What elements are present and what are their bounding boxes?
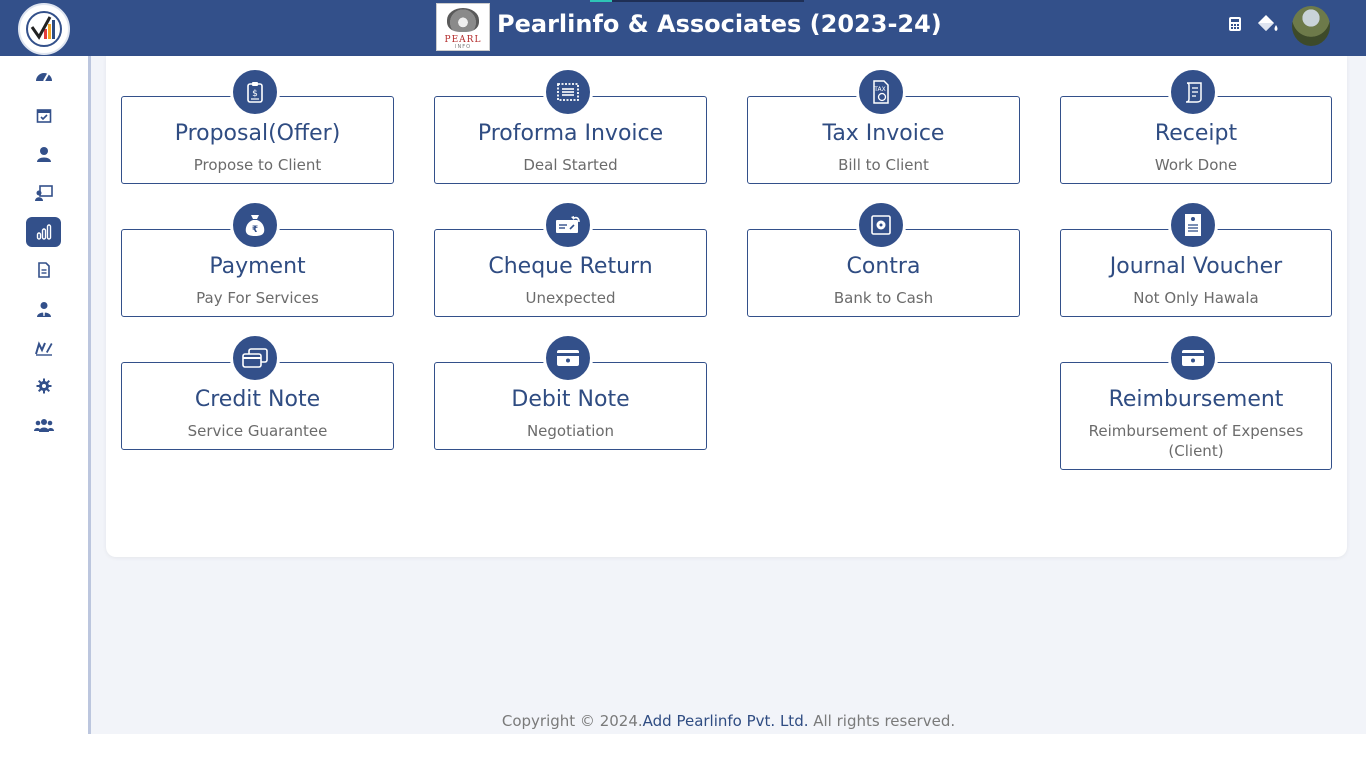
dashboard-gauge-icon <box>35 73 52 82</box>
safe-icon <box>856 200 906 250</box>
brand-logo: PEARL INFO <box>436 3 490 51</box>
bar-chart-icon <box>36 224 51 240</box>
card-subtitle: Work Done <box>1154 156 1238 174</box>
sidebar-item-calendar[interactable] <box>26 100 61 130</box>
calculator-icon[interactable] <box>1228 16 1242 36</box>
user-avatar[interactable] <box>1292 6 1330 46</box>
top-bar: PEARL INFO Pearlinfo & Associates (2023-… <box>0 0 1366 56</box>
card-title: Proposal(Offer) <box>174 121 341 146</box>
pearl-shell-icon <box>447 8 479 32</box>
signature-icon <box>34 341 52 356</box>
calendar-check-icon <box>36 109 51 123</box>
card-title: Reimbursement <box>1108 387 1284 412</box>
user-tie-icon <box>36 302 51 317</box>
sidebar-item-dashboard[interactable] <box>26 61 61 91</box>
debit-card-icon <box>543 333 593 383</box>
card-title: Credit Note <box>194 387 321 412</box>
card-title: Tax Invoice <box>822 121 945 146</box>
bottom-strip <box>0 734 1366 768</box>
receipt-icon <box>1168 67 1218 117</box>
sidebar <box>0 56 88 734</box>
card-subtitle: Bill to Client <box>838 156 929 174</box>
svg-text:$: $ <box>252 89 258 99</box>
sidebar-item-team[interactable] <box>26 410 61 440</box>
card-subtitle: Negotiation <box>526 422 615 440</box>
card-subtitle: Not Only Hawala <box>1133 289 1259 307</box>
card-title: Proforma Invoice <box>477 121 664 146</box>
card-subtitle: Deal Started <box>523 156 618 174</box>
top-accent-line <box>590 0 804 2</box>
money-bag-rupee-icon: ₹ <box>230 200 280 250</box>
card-title: Journal Voucher <box>1109 254 1283 279</box>
wallet-card-icon <box>1168 333 1218 383</box>
card-subtitle: Pay For Services <box>196 289 319 307</box>
footer-company-link[interactable]: Add Pearlinfo Pvt. Ltd. <box>643 712 809 730</box>
card-subtitle: Service Guarantee <box>187 422 328 440</box>
card-title: Payment <box>209 254 306 279</box>
svg-text:TAX: TAX <box>873 86 885 93</box>
card-title: Cheque Return <box>488 254 653 279</box>
card-subtitle: Bank to Cash <box>833 289 934 307</box>
sidebar-item-reports[interactable] <box>26 217 61 247</box>
user-icon <box>36 147 51 162</box>
sidebar-item-user[interactable] <box>26 139 61 169</box>
stamp-invoice-icon <box>543 67 593 117</box>
brand-logo-subtext: INFO <box>454 44 472 50</box>
top-accent-highlight <box>590 0 612 2</box>
paint-bucket-icon[interactable] <box>1254 13 1280 39</box>
card-subtitle: Unexpected <box>525 289 616 307</box>
footer-copyright: Copyright © 2024. <box>501 712 643 730</box>
voucher-document-icon <box>1168 200 1218 250</box>
sidebar-item-training[interactable] <box>26 178 61 208</box>
sidebar-item-signature[interactable] <box>26 333 61 363</box>
checkmark-chart-logo-icon <box>26 11 62 47</box>
users-group-icon <box>33 419 54 432</box>
card-subtitle: Propose to Client <box>193 156 322 174</box>
svg-text:₹: ₹ <box>252 225 258 235</box>
card-title: Debit Note <box>511 387 630 412</box>
document-icon <box>37 262 50 278</box>
tax-document-icon: TAX <box>856 67 906 117</box>
top-icon-group <box>1228 6 1330 46</box>
card-title: Contra <box>846 254 921 279</box>
sidebar-item-employee[interactable] <box>26 294 61 324</box>
app-logo[interactable] <box>18 3 70 55</box>
card-subtitle: Reimbursement of Expenses (Client) <box>1088 422 1304 460</box>
footer: Copyright © 2024.Add Pearlinfo Pvt. Ltd.… <box>91 712 1366 730</box>
teacher-board-icon <box>34 185 53 201</box>
gear-icon <box>36 378 51 394</box>
credit-cards-icon <box>230 333 280 383</box>
card-title: Receipt <box>1154 121 1238 146</box>
clipboard-dollar-icon: $ <box>230 67 280 117</box>
app-title: Pearlinfo & Associates (2023-24) <box>497 10 942 38</box>
cheque-return-icon <box>543 200 593 250</box>
sidebar-item-settings[interactable] <box>26 371 61 401</box>
footer-rights: All rights reserved. <box>808 712 956 730</box>
sidebar-item-documents[interactable] <box>26 255 61 285</box>
